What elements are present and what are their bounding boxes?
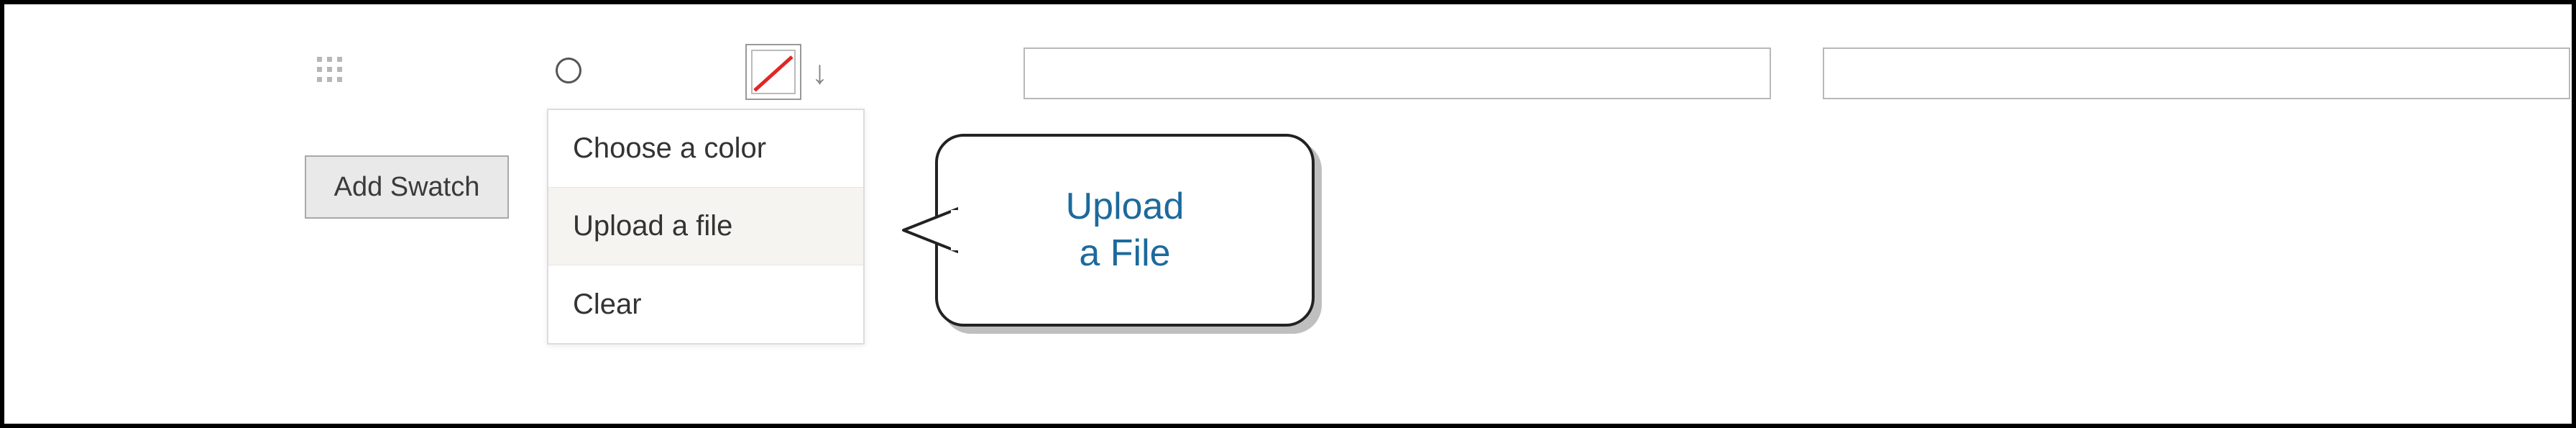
menu-item-choose-color[interactable]: Choose a color — [548, 110, 863, 188]
menu-item-clear[interactable]: Clear — [548, 265, 863, 343]
swatch-options-dropdown: Choose a color Upload a file Clear — [547, 109, 865, 345]
tooltip-text: Upload a File — [1066, 183, 1184, 277]
drag-handle[interactable] — [317, 57, 342, 82]
no-swatch-icon — [751, 50, 796, 94]
swatch-label-input-1[interactable] — [1024, 47, 1771, 99]
arrow-down-icon: ↓ — [811, 55, 828, 88]
callout-arrow-icon — [901, 201, 958, 259]
swatch-config-panel: ↓ Add Swatch Choose a color Upload a fil… — [0, 0, 2576, 428]
drag-handle-icon — [317, 57, 342, 82]
menu-item-upload-file[interactable]: Upload a file — [548, 188, 863, 265]
swatch-label-input-2[interactable] — [1823, 47, 2570, 99]
tooltip-callout: Upload a File — [935, 134, 1315, 327]
swatch-preview[interactable] — [745, 44, 801, 100]
add-swatch-button[interactable]: Add Swatch — [305, 155, 509, 219]
default-swatch-radio[interactable] — [556, 58, 581, 83]
